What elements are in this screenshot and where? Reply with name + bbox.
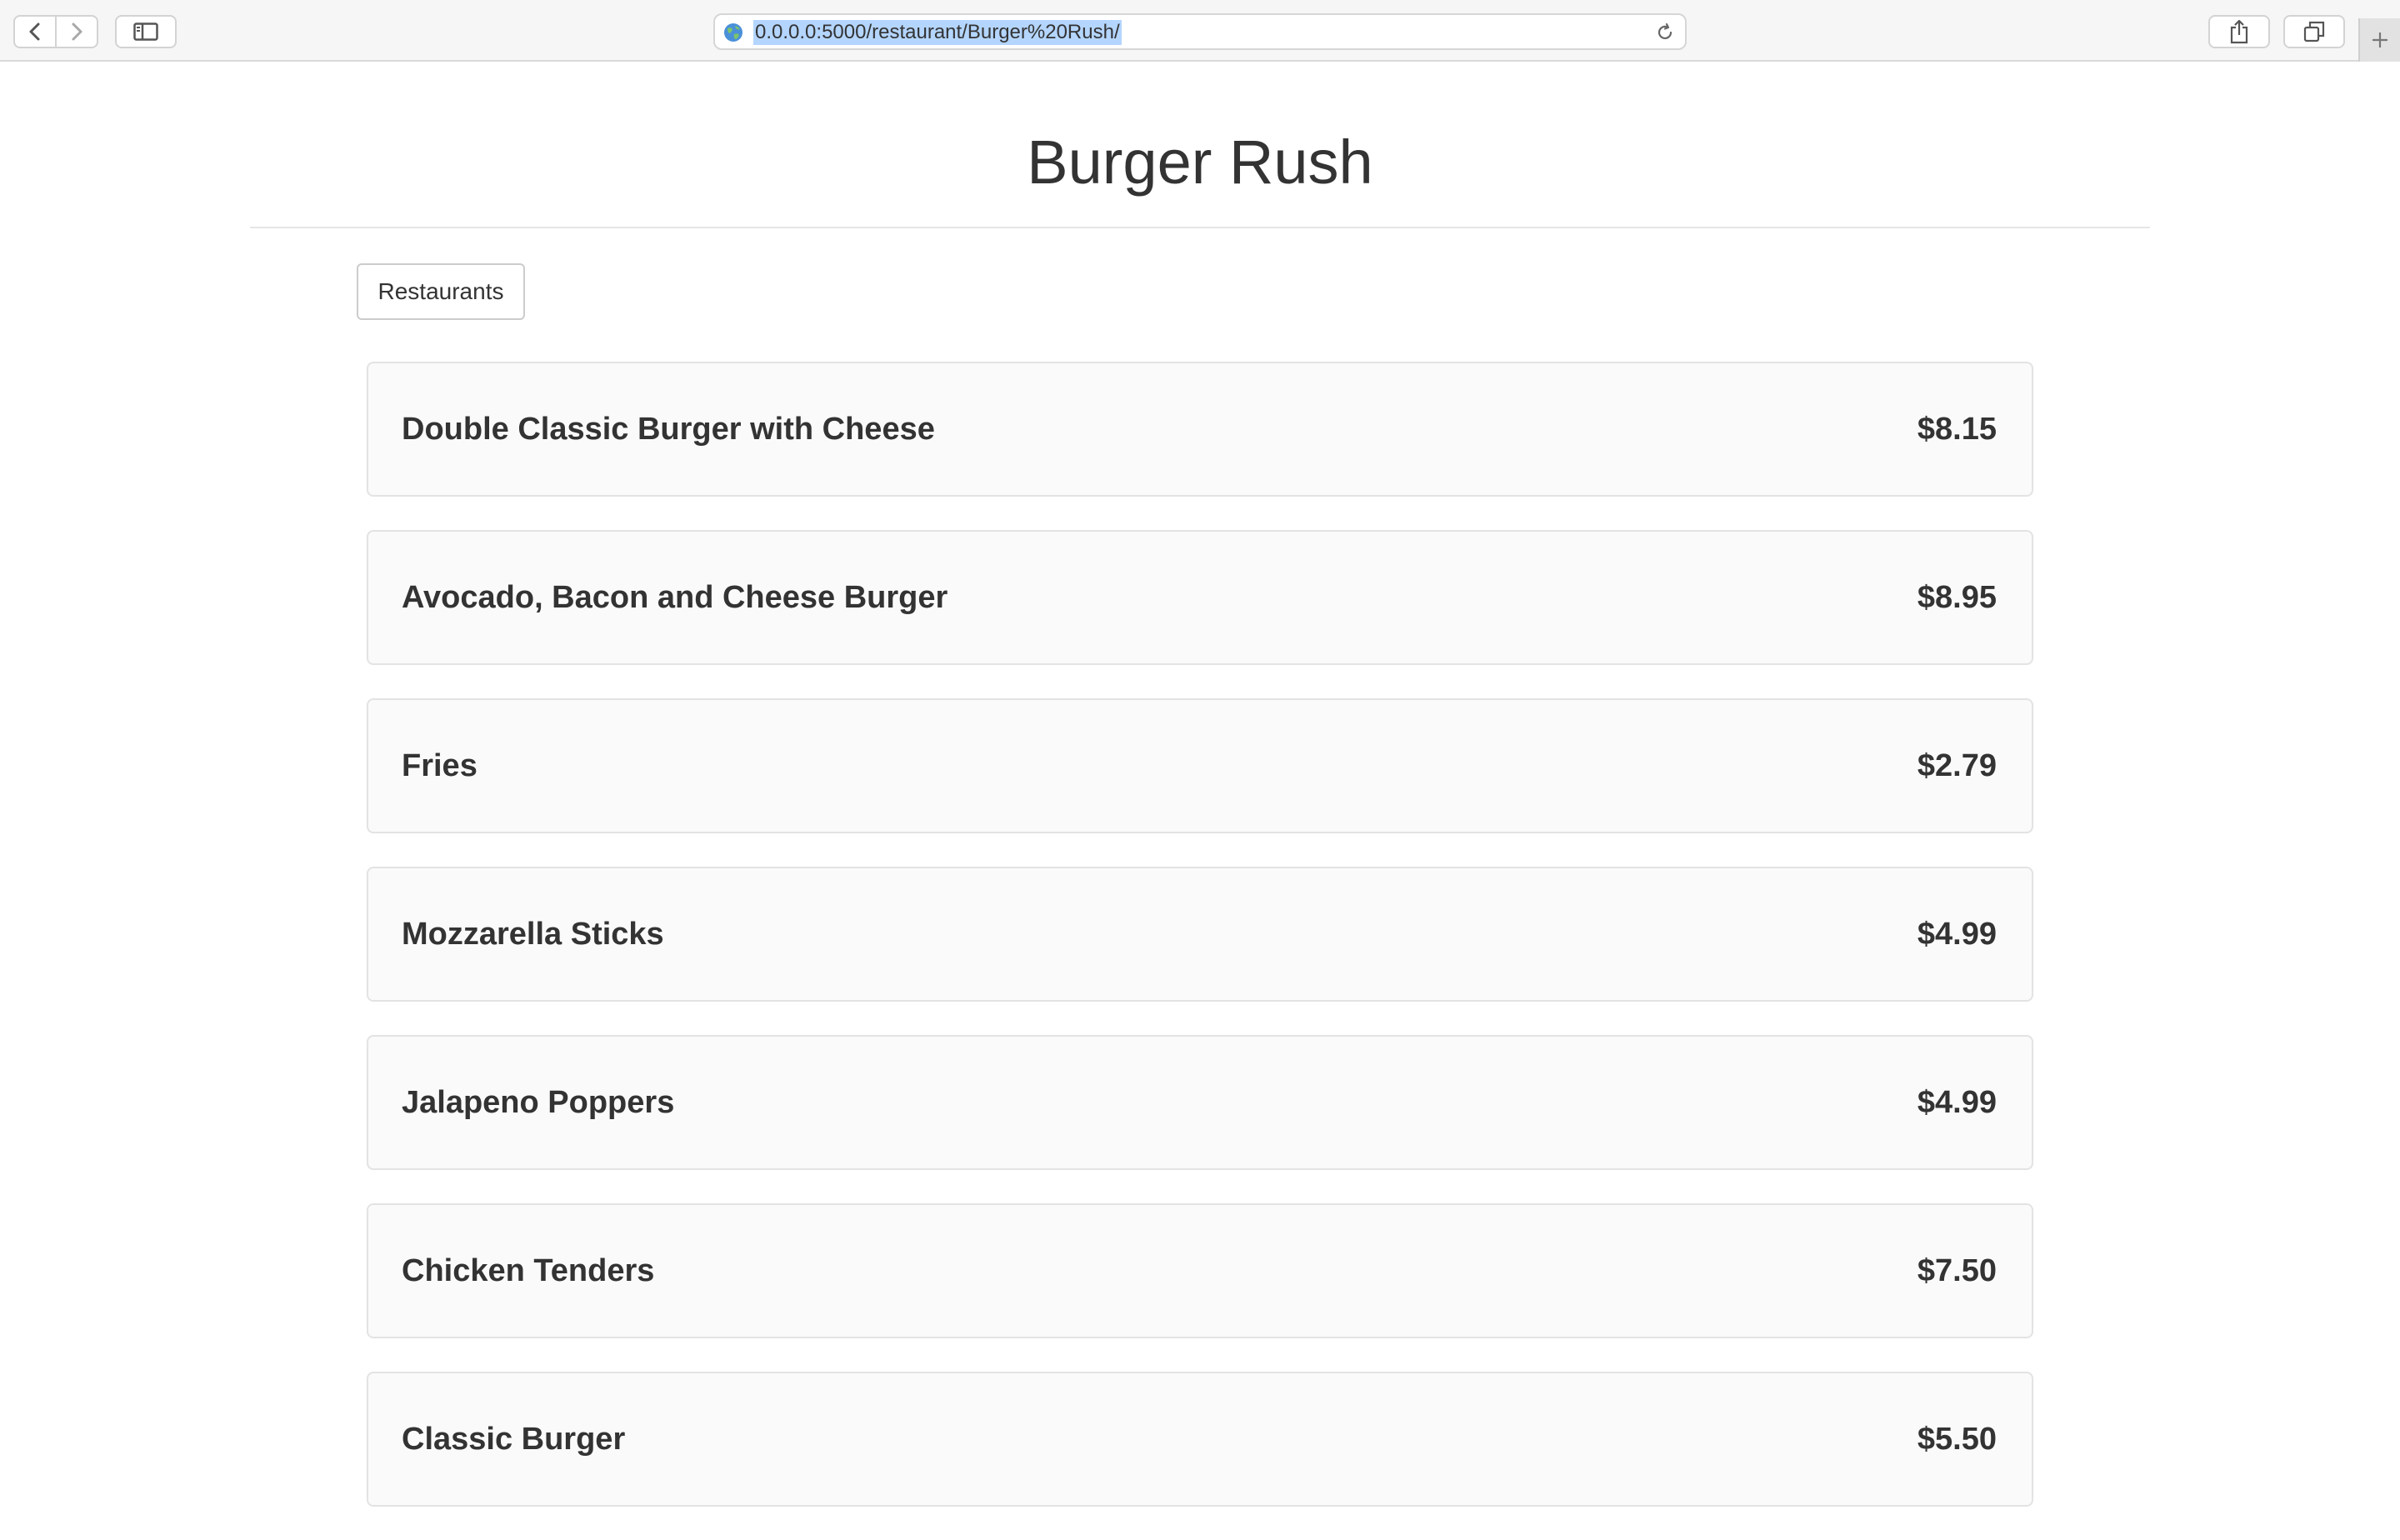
menu-item-price: $8.15 — [1917, 412, 1997, 447]
browser-toolbar: 0.0.0.0:5000/restaurant/Burger%20Rush/ — [0, 0, 2400, 62]
page-title: Burger Rush — [1027, 128, 1373, 197]
chevron-right-icon — [72, 22, 82, 41]
menu-item-name: Jalapeno Poppers — [402, 1085, 675, 1120]
menu-item-price: $4.99 — [1917, 917, 1997, 952]
sidebar-toggle-button[interactable] — [115, 15, 177, 48]
menu-list: Double Classic Burger with Cheese $8.15 … — [367, 362, 2033, 1540]
menu-item-price: $4.99 — [1917, 1085, 1997, 1120]
menu-item[interactable]: Jalapeno Poppers $4.99 — [367, 1035, 2033, 1170]
url-text[interactable]: 0.0.0.0:5000/restaurant/Burger%20Rush/ — [753, 20, 1122, 45]
tab-overview-button[interactable] — [2283, 15, 2345, 48]
menu-item-price: $8.95 — [1917, 580, 1997, 615]
menu-item[interactable]: Classic Burger $5.50 — [367, 1372, 2033, 1507]
share-button[interactable] — [2208, 15, 2270, 48]
menu-item-name: Classic Burger — [402, 1422, 626, 1457]
menu-item-name: Fries — [402, 748, 478, 783]
share-icon — [2230, 19, 2248, 44]
address-bar[interactable]: 0.0.0.0:5000/restaurant/Burger%20Rush/ — [713, 13, 1687, 50]
menu-item[interactable]: Mozzarella Sticks $4.99 — [367, 867, 2033, 1002]
forward-button[interactable] — [55, 15, 98, 48]
menu-item[interactable]: Chicken Tenders $7.50 — [367, 1203, 2033, 1338]
menu-item-name: Chicken Tenders — [402, 1253, 655, 1288]
menu-item-price: $5.50 — [1917, 1422, 1997, 1457]
menu-item-name: Avocado, Bacon and Cheese Burger — [402, 580, 948, 615]
plus-icon — [2372, 32, 2388, 48]
menu-item-price: $2.79 — [1917, 748, 1997, 783]
menu-item[interactable]: Double Classic Burger with Cheese $8.15 — [367, 362, 2033, 497]
tabs-overview-icon — [2303, 21, 2325, 42]
menu-item-name: Double Classic Burger with Cheese — [402, 412, 935, 447]
chevron-left-icon — [29, 22, 40, 41]
back-button[interactable] — [13, 15, 57, 48]
new-tab-button[interactable] — [2358, 18, 2400, 62]
title-divider — [250, 227, 2150, 228]
sidebar-icon — [133, 22, 158, 41]
restaurants-button[interactable]: Restaurants — [357, 263, 525, 320]
menu-item[interactable]: Fries $2.79 — [367, 698, 2033, 833]
menu-item-name: Mozzarella Sticks — [402, 917, 664, 952]
reload-icon[interactable] — [1655, 22, 1675, 42]
menu-item-price: $7.50 — [1917, 1253, 1997, 1288]
menu-item[interactable]: Avocado, Bacon and Cheese Burger $8.95 — [367, 530, 2033, 665]
globe-icon — [724, 23, 742, 42]
